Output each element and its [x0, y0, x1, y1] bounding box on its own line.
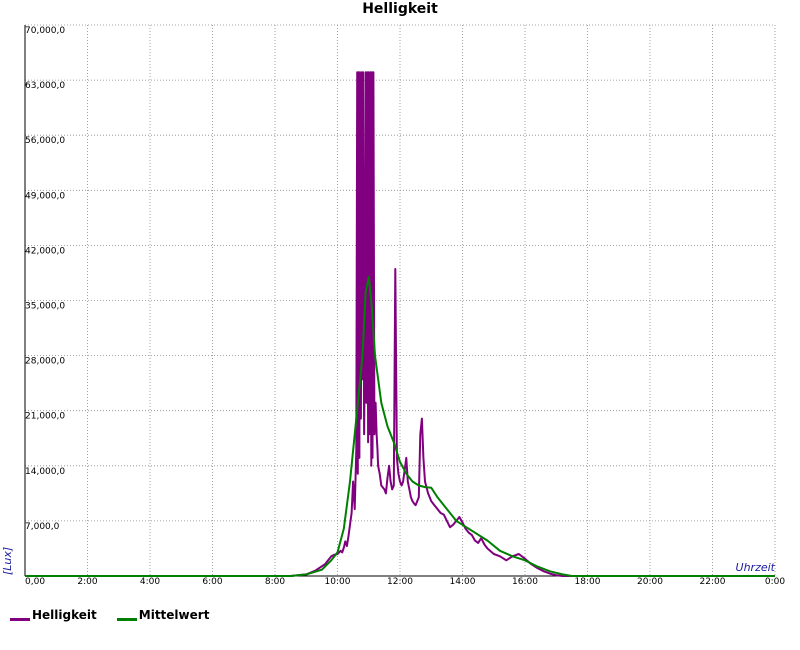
x-tick-label: 4:00	[140, 577, 160, 587]
x-tick-label: 16:00	[512, 577, 538, 587]
legend-item-mittelwert: Mittelwert	[116, 608, 210, 622]
y-tick-label: 21,000,0	[25, 412, 65, 422]
x-tick-label: 6:00	[202, 577, 222, 587]
x-tick-label: 0,00	[25, 577, 45, 587]
x-axis-label: Uhrzeit	[736, 561, 776, 574]
x-tick-label: 2:00	[77, 577, 97, 587]
x-tick-label: 0:00	[765, 577, 785, 587]
y-tick-label: 63,000,0	[25, 81, 65, 91]
x-tick-label: 12:00	[387, 577, 413, 587]
y-tick-label: 42,000,0	[25, 246, 65, 256]
x-tick-label: 18:00	[575, 577, 601, 587]
legend-label-mittelwert: Mittelwert	[138, 608, 210, 622]
legend-swatch-helligkeit	[10, 617, 30, 621]
legend: Helligkeit Mittelwert	[10, 608, 209, 622]
y-tick-label: 56,000,0	[25, 136, 65, 146]
x-tick-label: 14:00	[450, 577, 476, 587]
y-tick-label: 28,000,0	[25, 357, 65, 367]
x-tick-label: 8:00	[265, 577, 285, 587]
legend-label-helligkeit: Helligkeit	[32, 608, 97, 622]
x-tick-label: 10:00	[325, 577, 351, 587]
y-tick-label: 49,000,0	[25, 191, 65, 201]
x-tick-label: 20:00	[637, 577, 663, 587]
y-tick-label: 70,000,0	[25, 26, 65, 36]
legend-item-helligkeit: Helligkeit	[10, 608, 97, 622]
y-axis-label: [Lux]	[1, 547, 14, 575]
y-tick-label: 35,000,0	[25, 302, 65, 312]
chart: Helligkeit 7,000,0 14,000,0 21,000,0 28,000…	[0, 0, 800, 650]
chart-title: Helligkeit	[362, 1, 438, 17]
x-tick-label: 22:00	[700, 577, 726, 587]
y-tick-label: 7,000,0	[25, 522, 60, 532]
legend-swatch-mittelwert	[116, 617, 137, 621]
y-tick-label: 14,000,0	[25, 467, 65, 477]
